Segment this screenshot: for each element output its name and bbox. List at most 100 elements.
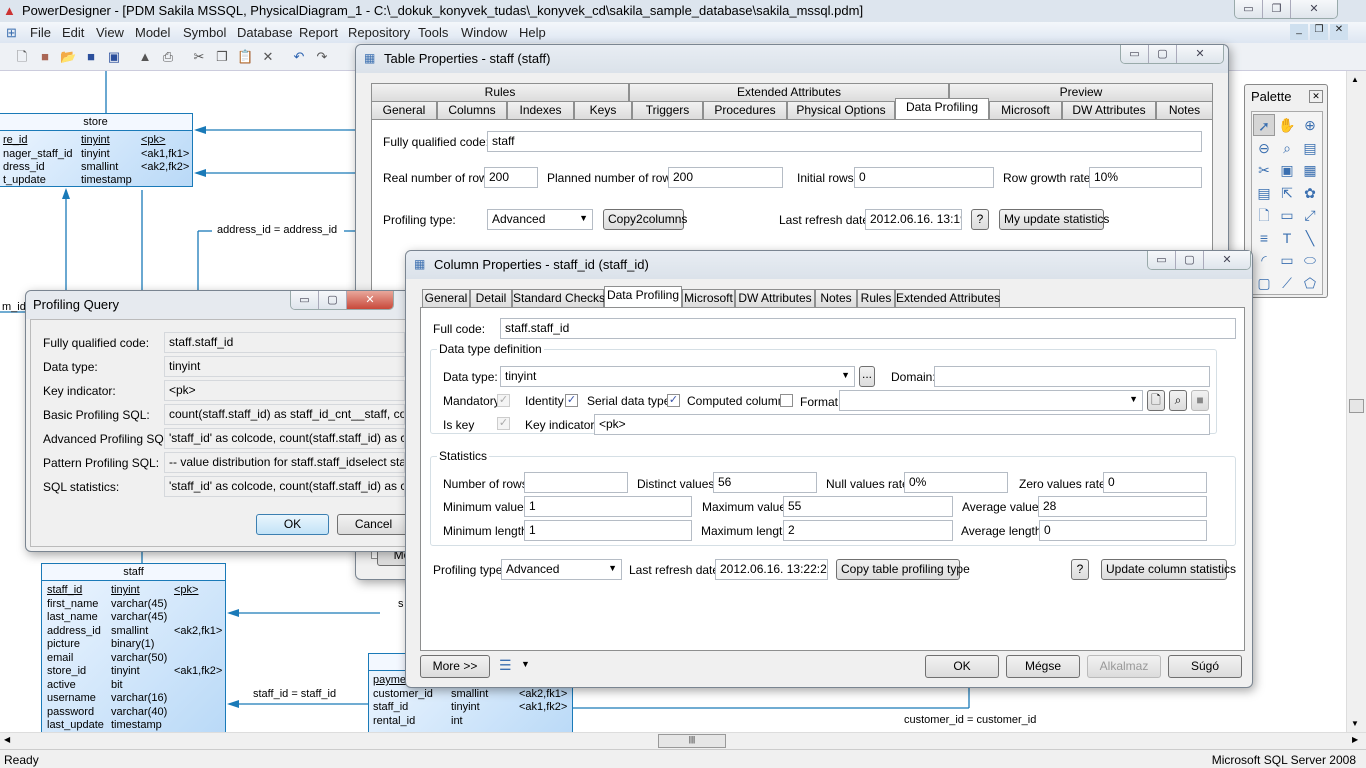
full-code-field[interactable]: staff.staff_id (500, 318, 1236, 339)
properties-icon[interactable]: ▤ (1299, 137, 1321, 159)
close-icon[interactable]: ✕ (347, 291, 393, 309)
tab-microsoft[interactable]: Microsoft (989, 101, 1062, 119)
palette-close-icon[interactable]: ✕ (1309, 90, 1323, 103)
zoom-fit-icon[interactable]: ⌕ (1276, 137, 1298, 159)
new-icon[interactable]: 🗋 (14, 49, 30, 65)
save-all-icon[interactable]: ▣ (106, 49, 122, 65)
tab-columns[interactable]: Columns (437, 101, 507, 119)
cut-icon[interactable]: ✂ (1253, 159, 1275, 181)
close-icon[interactable]: ✕ (1291, 0, 1337, 18)
redo-icon[interactable]: ↷ (314, 49, 330, 65)
zoom-out-icon[interactable]: ⊖ (1253, 137, 1275, 159)
menu-database[interactable]: Database (237, 25, 293, 40)
open-icon[interactable]: 📂 (60, 49, 76, 65)
computed-checkbox[interactable] (780, 394, 793, 407)
tab-extended-attributes[interactable]: Extended Attributes (895, 289, 1000, 307)
tab-notes[interactable]: Notes (815, 289, 857, 307)
query-field-value[interactable]: staff.staff_id (164, 332, 405, 353)
menu-window[interactable]: Window (461, 25, 507, 40)
tab-general[interactable]: General (422, 289, 470, 307)
num-rows-field[interactable] (524, 472, 628, 493)
tab-microsoft[interactable]: Microsoft (682, 289, 735, 307)
distinct-field[interactable]: 56 (713, 472, 817, 493)
horizontal-scrollbar[interactable]: ◀ ||| ▶ (0, 732, 1366, 749)
tab-indexes[interactable]: Indexes (507, 101, 574, 119)
save-icon[interactable]: ■ (83, 49, 99, 65)
line-icon[interactable]: ╲ (1299, 227, 1321, 249)
last-refresh-field[interactable]: 2012.06.16. 13:22:23 (715, 559, 828, 580)
tab-keys[interactable]: Keys (574, 101, 632, 119)
apply-button[interactable]: Alkalmaz (1087, 655, 1161, 678)
tab-dw-attributes[interactable]: DW Attributes (735, 289, 815, 307)
rounded-rect-icon[interactable]: ▢ (1253, 272, 1275, 294)
avg-length-field[interactable]: 0 (1039, 520, 1207, 541)
mandatory-checkbox[interactable]: ✓ (497, 394, 510, 407)
menu-tools[interactable]: Tools (418, 25, 448, 40)
identity-checkbox[interactable]: ✓ (565, 394, 578, 407)
menu-edit[interactable]: Edit (62, 25, 84, 40)
query-field-value[interactable]: count(staff.staff_id) as staff_id_cnt__s… (164, 404, 405, 425)
minimize-icon[interactable]: ▭ (1148, 251, 1176, 269)
copy-table-profiling-button[interactable]: Copy table profiling type (836, 559, 970, 580)
more-button[interactable]: More >> (420, 655, 490, 678)
reference-icon[interactable]: ⇱ (1276, 182, 1298, 204)
scroll-thumb[interactable] (1349, 399, 1364, 413)
pointer-icon[interactable]: ➚ (1253, 114, 1275, 136)
polygon-icon[interactable]: ⬠ (1299, 272, 1321, 294)
hand-icon[interactable]: ✋ (1276, 114, 1298, 136)
copy-icon[interactable]: ❐ (214, 49, 230, 65)
menu-report[interactable]: Report (299, 25, 338, 40)
real-rows-field[interactable]: 200 (484, 167, 538, 188)
initial-rows-field[interactable]: 0 (854, 167, 994, 188)
tab-procedures[interactable]: Procedures (703, 101, 787, 119)
dropdown-arrow-icon[interactable]: ▼ (521, 659, 530, 669)
delete-format-button[interactable]: ■ (1191, 390, 1209, 411)
menu-list-icon[interactable]: ☰ (499, 657, 512, 674)
minimize-icon[interactable]: ▭ (291, 291, 319, 309)
data-type-select[interactable]: tinyint ▼ (500, 366, 855, 387)
tab-dw-attributes[interactable]: DW Attributes (1062, 101, 1156, 119)
note-icon[interactable]: ▭ (1276, 204, 1298, 226)
tab-detail[interactable]: Detail (470, 289, 512, 307)
maximize-icon[interactable]: ▢ (1176, 251, 1204, 269)
undo-icon[interactable]: ↶ (291, 49, 307, 65)
serial-checkbox[interactable]: ✓ (667, 394, 680, 407)
scroll-down-icon[interactable]: ▼ (1351, 719, 1359, 728)
maximize-icon[interactable]: ▢ (1149, 45, 1177, 63)
tab-data-profiling[interactable]: Data Profiling (604, 286, 682, 307)
avg-value-field[interactable]: 28 (1038, 496, 1207, 517)
tab-rules[interactable]: Rules (371, 83, 629, 101)
arc-icon[interactable]: ◜ (1253, 249, 1275, 271)
last-refresh-field[interactable]: 2012.06.16. 13:19: (865, 209, 962, 230)
new-project-icon[interactable]: ■ (37, 49, 53, 65)
text-icon[interactable]: T (1276, 227, 1298, 249)
format-properties-button[interactable]: ⌕ (1169, 390, 1187, 411)
polyline-icon[interactable]: ⟋ (1276, 272, 1298, 294)
tab-triggers[interactable]: Triggers (632, 101, 703, 119)
mdi-restore-icon[interactable]: ❐ (1310, 24, 1328, 40)
zoom-in-icon[interactable]: ⊕ (1299, 114, 1321, 136)
query-field-value[interactable]: 'staff_id' as colcode, count(staff.staff… (164, 428, 405, 449)
file-icon[interactable]: 🗋 (1253, 204, 1275, 226)
tab-data-profiling[interactable]: Data Profiling (895, 98, 989, 119)
tab-notes[interactable]: Notes (1156, 101, 1213, 119)
tab-standard-checks[interactable]: Standard Checks (512, 289, 605, 307)
menu-repository[interactable]: Repository (348, 25, 410, 40)
tab-general[interactable]: General (371, 101, 437, 119)
menu-symbol[interactable]: Symbol (183, 25, 226, 40)
delete-icon[interactable]: ✕ (260, 49, 276, 65)
scroll-up-icon[interactable]: ▲ (1351, 75, 1359, 84)
tab-physical-options[interactable]: Physical Options (787, 101, 895, 119)
menu-model[interactable]: Model (135, 25, 170, 40)
query-field-value[interactable]: <pk> (164, 380, 405, 401)
query-field-value[interactable]: tinyint (164, 356, 405, 377)
copy2columns-button[interactable]: Copy2columns (603, 209, 687, 230)
vertical-scrollbar[interactable]: ▲ ▼ (1346, 71, 1366, 732)
rectangle-icon[interactable]: ▭ (1276, 249, 1298, 271)
menu-file[interactable]: File (30, 25, 51, 40)
scroll-right-icon[interactable]: ▶ (1352, 735, 1358, 744)
entity-store[interactable]: store re_id tinyint <pk> nager_staff_id … (0, 113, 193, 187)
maximize-icon[interactable]: ▢ (319, 291, 347, 309)
entity-staff[interactable]: staff staff_id tinyint <pk> first_name varch… (41, 563, 226, 732)
fqc-field[interactable]: staff (487, 131, 1202, 152)
